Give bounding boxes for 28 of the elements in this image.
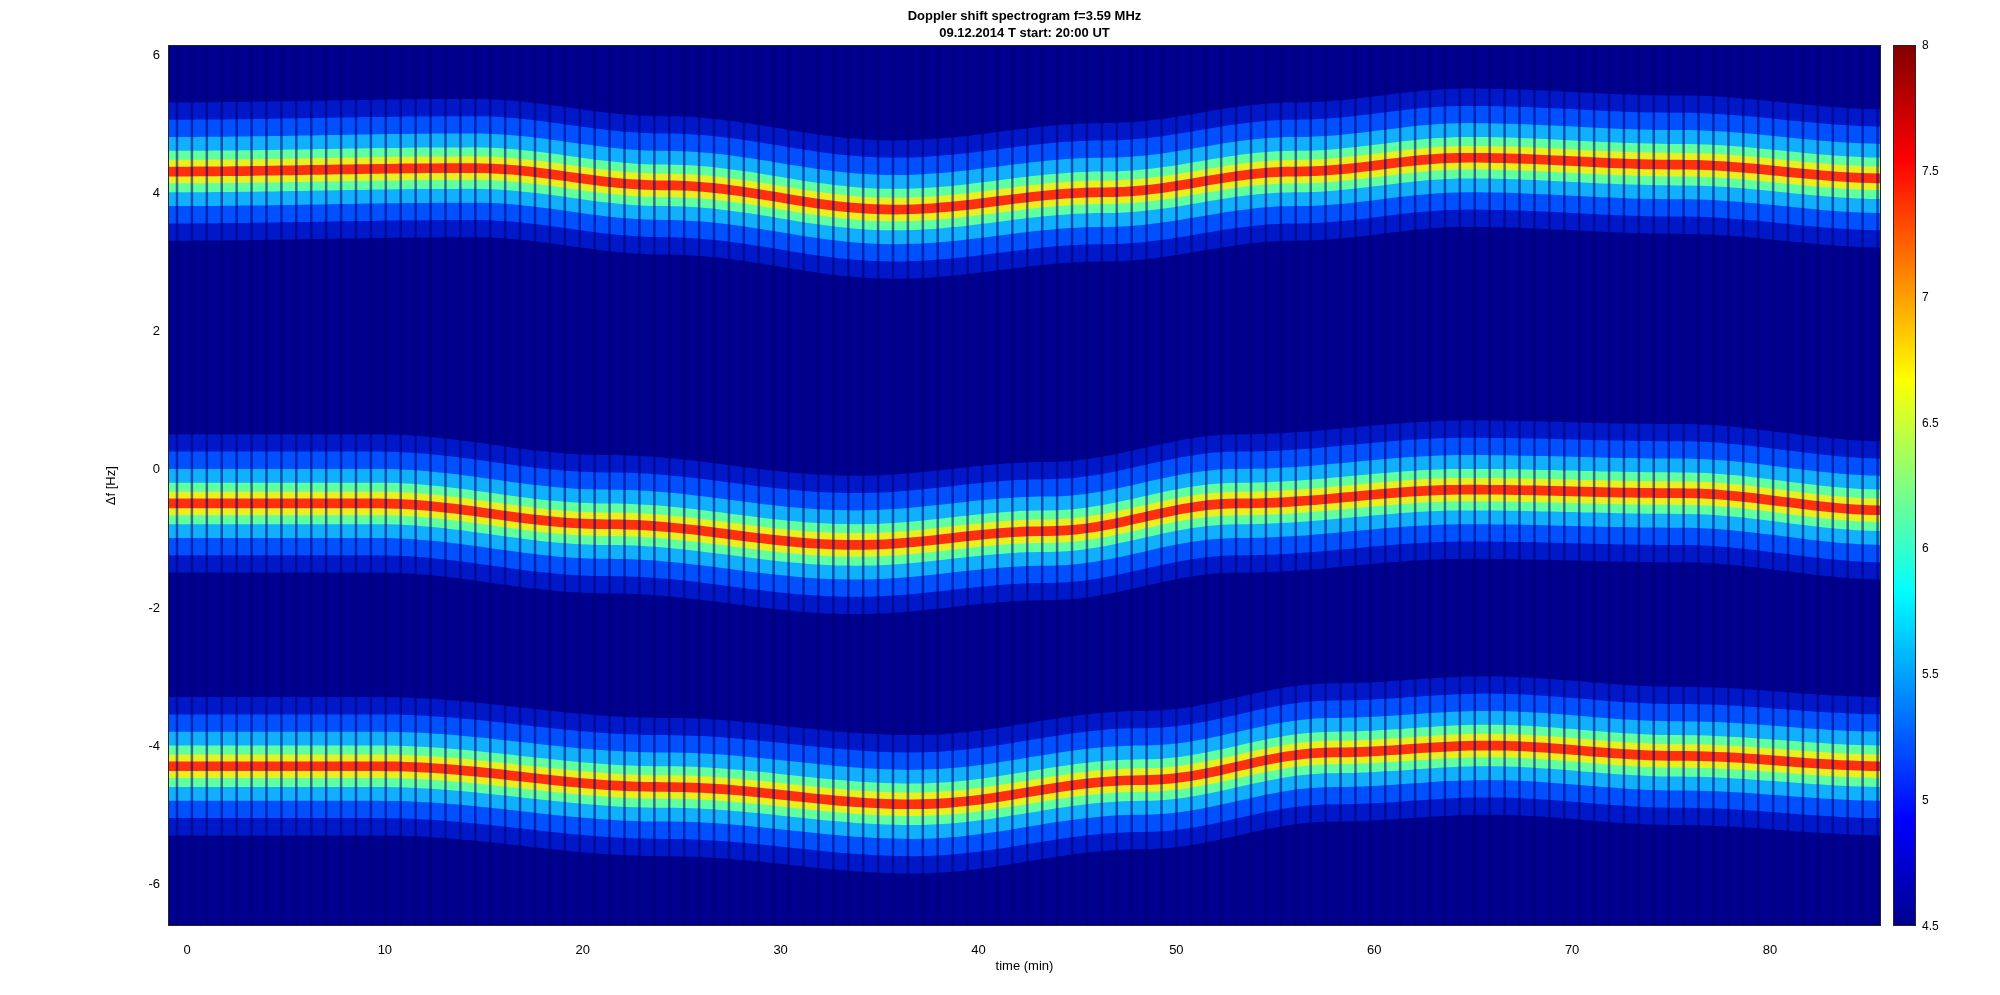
colorbar-tick-label: 6.5 [1922,415,1939,430]
colorbar-tick-label: 4.5 [1922,918,1939,933]
x-tick-label: 10 [377,942,393,954]
x-tick-label: 50 [1169,942,1184,954]
y-tick-label: -2 [148,599,160,615]
x-tick-label: 40 [971,942,986,954]
x-tick-label: 30 [773,942,788,954]
y-tick-label: 0 [152,461,160,477]
colorbar-tick-label: 5.5 [1922,667,1939,682]
x-tick-label: 60 [1367,942,1382,954]
y-tick-label: 2 [152,323,160,339]
x-tick-label: 80 [1762,942,1778,954]
y-tick-label: -6 [148,876,160,892]
y-tick-label: 4 [152,184,160,200]
x-tick-label: 70 [1564,942,1580,954]
colorbar-tick-label: 7.5 [1922,163,1939,178]
y-tick-label: 6 [152,46,160,62]
x-tick-label: 20 [575,942,590,954]
colorbar-tick-label: 8 [1922,38,1929,52]
chart-title: Doppler shift spectrogram f=3.59 MHz [907,6,1142,24]
y-axis-label: Δf [Hz] [101,466,119,505]
x-axis-label: time (min) [995,958,1054,973]
x-tick-label: 0 [183,942,191,954]
y-tick-label: -4 [148,738,160,754]
colorbar-tick-label: 6 [1922,541,1929,556]
colorbar-tick-label: 5 [1922,793,1929,808]
colorbar-tick-label: 7 [1922,289,1929,304]
chart-title: 09.12.2014 T start: 20:00 UT [939,23,1110,41]
